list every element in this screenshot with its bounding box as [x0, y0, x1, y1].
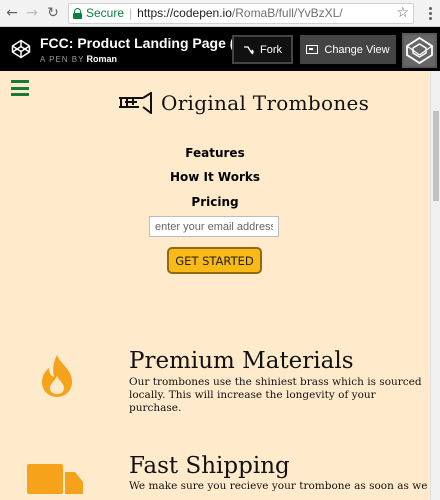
- browser-toolbar: ← → ↻ Secure | https://codepen.io/RomaB/…: [0, 0, 440, 27]
- change-view-label: Change View: [324, 43, 390, 56]
- address-divider: |: [129, 6, 133, 20]
- fire-icon: [42, 355, 72, 397]
- url-text[interactable]: https://codepen.io/RomaB/full/YvBzXL/: [137, 6, 342, 20]
- bookmark-star-icon[interactable]: ☆: [396, 5, 409, 21]
- avatar-logo-icon: [404, 35, 435, 66]
- nav-link-how-it-works[interactable]: How It Works: [0, 170, 430, 184]
- codepen-logo-icon[interactable]: [11, 39, 31, 59]
- change-view-icon: [306, 45, 319, 54]
- user-avatar[interactable]: [402, 33, 437, 68]
- fork-icon: [244, 45, 254, 54]
- trombone-logo-icon: [119, 92, 152, 114]
- forward-arrow-icon[interactable]: →: [23, 4, 41, 22]
- scrollbar-thumb[interactable]: [433, 111, 439, 201]
- feature-description: We make sure you recieve your trombone a…: [129, 480, 428, 492]
- feature-description: Our trombones use the shiniest brass whi…: [129, 376, 422, 414]
- url-path: /RomaB/full/YvBzXL/: [231, 6, 343, 20]
- pen-author-link[interactable]: Roman: [86, 54, 117, 64]
- brand-header[interactable]: Original Trombones: [117, 91, 369, 115]
- brand-name: Original Trombones: [161, 91, 370, 115]
- pen-byline: A PEN BY Roman: [40, 54, 246, 64]
- get-started-button[interactable]: GET STARTED: [167, 247, 262, 274]
- truck-icon: [27, 464, 83, 494]
- url-host: https://codepen.io: [137, 6, 232, 20]
- secure-label: Secure: [86, 6, 125, 20]
- nav-link-features[interactable]: Features: [0, 146, 430, 160]
- byline-prefix: A PEN BY: [40, 54, 85, 64]
- change-view-button[interactable]: Change View: [300, 35, 396, 64]
- address-bar[interactable]: Secure | https://codepen.io/RomaB/full/Y…: [68, 2, 414, 24]
- codepen-header: FCC: Product Landing Page (... A PEN BY R…: [0, 27, 440, 71]
- feature-title: Premium Materials: [129, 348, 354, 374]
- feature-title: Fast Shipping: [129, 453, 290, 479]
- fork-label: Fork: [260, 43, 282, 56]
- lock-icon: [73, 7, 82, 19]
- browser-menu-icon[interactable]: [422, 6, 438, 20]
- email-input[interactable]: [149, 216, 279, 237]
- pen-title: FCC: Product Landing Page (...: [40, 34, 247, 51]
- back-arrow-icon[interactable]: ←: [3, 4, 21, 22]
- reload-icon[interactable]: ↻: [44, 4, 62, 22]
- scrollbar[interactable]: [430, 71, 440, 500]
- page-content: Original Trombones Features How It Works…: [0, 71, 430, 500]
- fork-button[interactable]: Fork: [232, 35, 293, 64]
- nav-link-pricing[interactable]: Pricing: [0, 195, 430, 209]
- hamburger-menu-icon[interactable]: [11, 80, 29, 96]
